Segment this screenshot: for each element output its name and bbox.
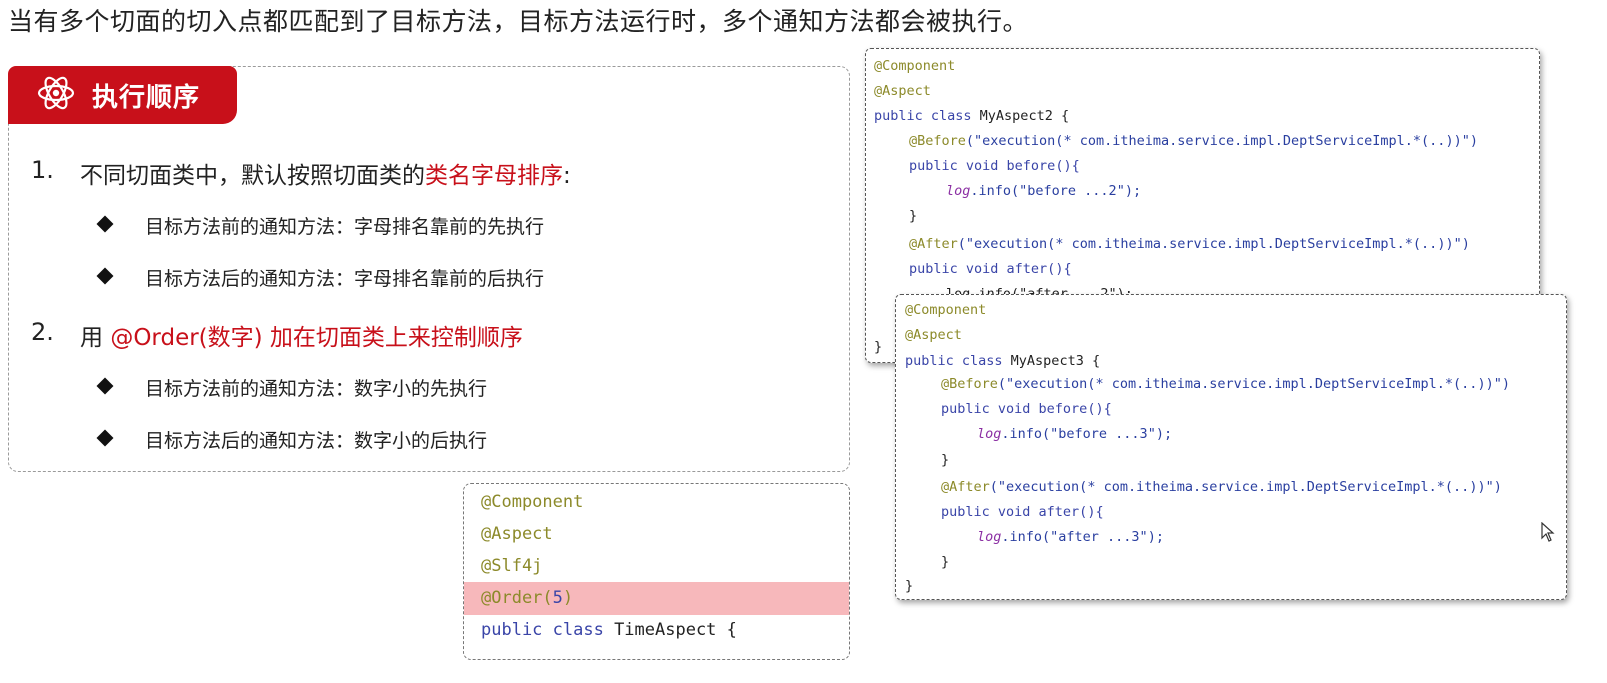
code-line: public void after(){ — [909, 261, 1072, 277]
subitem-text: 目标方法后的通知方法：数字小的后执行 — [145, 430, 488, 452]
code-line: @Component — [905, 302, 987, 318]
item-text-highlight: @Order(数字) 加在切面类上来控制顺序 — [110, 325, 523, 351]
item-number: 2. — [31, 318, 54, 346]
item-text: 用 @Order(数字) 加在切面类上来控制顺序 — [80, 318, 523, 352]
item-text-plain: 不同切面类中，默认按照切面类的 — [80, 163, 425, 189]
item-text-suffix: : — [563, 163, 571, 189]
item-number: 1. — [31, 156, 54, 184]
code-line: } — [874, 339, 883, 355]
code-line: public void before(){ — [941, 401, 1112, 417]
atom-icon — [36, 73, 76, 117]
code-panel-myaspect3: @Component @Aspect public class MyAspect… — [895, 294, 1567, 600]
item-text-plain: 用 — [80, 325, 111, 351]
subitem-text: 目标方法后的通知方法：字母排名靠前的后执行 — [145, 268, 545, 290]
code-line: @After("execution(* com.itheima.service.… — [909, 236, 1470, 252]
code-line: @Component — [874, 58, 956, 74]
code-line: } — [909, 208, 918, 224]
item-text: 不同切面类中，默认按照切面类的类名字母排序: — [80, 156, 571, 190]
code-line: public class TimeAspect { — [481, 620, 737, 640]
code-line: } — [941, 554, 950, 570]
code-line: public void after(){ — [941, 504, 1104, 520]
code-line: log.info("before ...2"); — [946, 183, 1142, 199]
code-line: } — [905, 578, 914, 594]
code-line: @Order(5) — [481, 588, 574, 608]
code-line: @Before("execution(* com.itheima.service… — [909, 133, 1478, 149]
code-line: @Component — [481, 492, 584, 512]
code-line: @Slf4j — [481, 556, 543, 576]
code-line: public class MyAspect2 { — [874, 108, 1070, 124]
subitem-text: 目标方法前的通知方法：数字小的先执行 — [145, 378, 488, 400]
code-line: @Aspect — [481, 524, 553, 544]
code-line: log.info("after ...3"); — [977, 529, 1164, 545]
code-line: @Aspect — [874, 83, 931, 99]
code-line: log.info("before ...3"); — [977, 426, 1173, 442]
mouse-cursor-icon — [1541, 521, 1555, 546]
subitem-text: 目标方法前的通知方法：字母排名靠前的先执行 — [145, 216, 545, 238]
code-line: } — [941, 452, 950, 468]
code-line: @Aspect — [905, 327, 962, 343]
section-title: 执行顺序 — [92, 82, 201, 113]
code-line: @After("execution(* com.itheima.service.… — [941, 479, 1502, 495]
headline: 当有多个切面的切入点都匹配到了目标方法，目标方法运行时，多个通知方法都会被执行。 — [8, 7, 1029, 36]
section-tab: 执行顺序 — [8, 66, 237, 124]
code-line: public void before(){ — [909, 158, 1080, 174]
item-text-highlight: 类名字母排序 — [425, 163, 563, 189]
code-line: public class MyAspect3 { — [905, 353, 1101, 369]
code-line: @Before("execution(* com.itheima.service… — [941, 376, 1510, 392]
time-aspect-code: @Component @Aspect @Slf4j @Order(5) publ… — [463, 483, 850, 660]
